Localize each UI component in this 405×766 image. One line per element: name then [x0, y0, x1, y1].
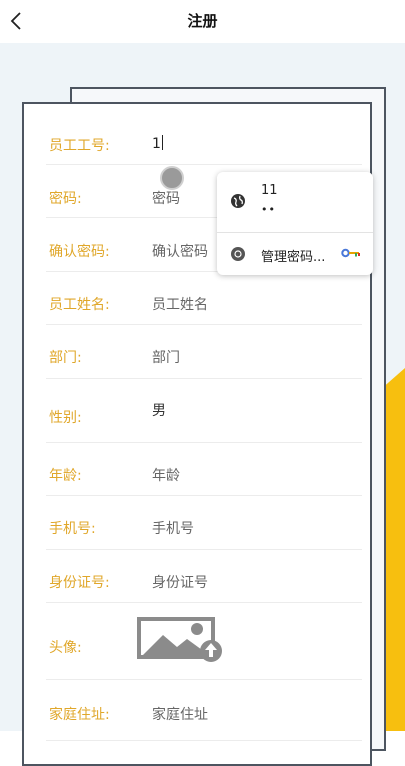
employee-name-row: 员工姓名: 员工姓名 — [46, 272, 362, 325]
department-row: 部门: 部门 — [46, 325, 362, 379]
employee-name-input[interactable]: 员工姓名 — [152, 294, 208, 314]
touch-indicator — [160, 166, 184, 190]
age-input[interactable]: 年龄 — [152, 465, 180, 485]
employee-id-row: 员工工号: 1 — [46, 114, 362, 165]
gender-row: 性别: 男 — [46, 379, 362, 443]
app-header: 注册 — [0, 0, 405, 43]
suggestion-username: 11 — [261, 183, 278, 198]
phone-input[interactable]: 手机号 — [152, 518, 194, 538]
employee-name-label: 员工姓名: — [49, 297, 110, 313]
page-title: 注册 — [187, 12, 218, 30]
id-card-row: 身份证号: 身份证号 — [46, 550, 362, 603]
id-card-input[interactable]: 身份证号 — [152, 572, 208, 592]
password-label: 密码: — [49, 191, 82, 207]
key-icon — [341, 248, 360, 258]
autofill-suggestion[interactable]: 11 •• — [217, 172, 373, 232]
age-label: 年龄: — [49, 468, 82, 484]
manage-passwords-label: 管理密码... — [261, 250, 326, 265]
avatar-label: 头像: — [49, 640, 82, 656]
suggestion-password-mask: •• — [261, 203, 276, 216]
confirm-password-label: 确认密码: — [49, 244, 110, 260]
confirm-password-input[interactable]: 确认密码 — [152, 241, 208, 261]
address-input[interactable]: 家庭住址 — [152, 704, 208, 724]
chrome-icon — [231, 247, 245, 261]
id-card-label: 身份证号: — [49, 575, 110, 591]
autofill-popup: 11 •• 管理密码... — [217, 172, 373, 275]
department-input[interactable]: 部门 — [152, 347, 180, 367]
address-row: 家庭住址: 家庭住址 — [46, 680, 362, 741]
upload-image-icon[interactable] — [137, 617, 225, 662]
phone-row: 手机号: 手机号 — [46, 496, 362, 550]
gender-select[interactable]: 男 — [152, 400, 166, 420]
text-caret — [161, 135, 163, 150]
gender-label: 性别: — [49, 410, 82, 426]
employee-id-label: 员工工号: — [49, 138, 110, 154]
age-row: 年龄: 年龄 — [46, 443, 362, 496]
address-label: 家庭住址: — [49, 707, 110, 723]
globe-icon — [231, 194, 245, 208]
password-input[interactable]: 密码 — [152, 188, 180, 208]
phone-label: 手机号: — [49, 521, 96, 537]
department-label: 部门: — [49, 350, 82, 366]
employee-id-input[interactable]: 1 — [152, 135, 163, 152]
manage-passwords-item[interactable]: 管理密码... — [217, 233, 373, 275]
